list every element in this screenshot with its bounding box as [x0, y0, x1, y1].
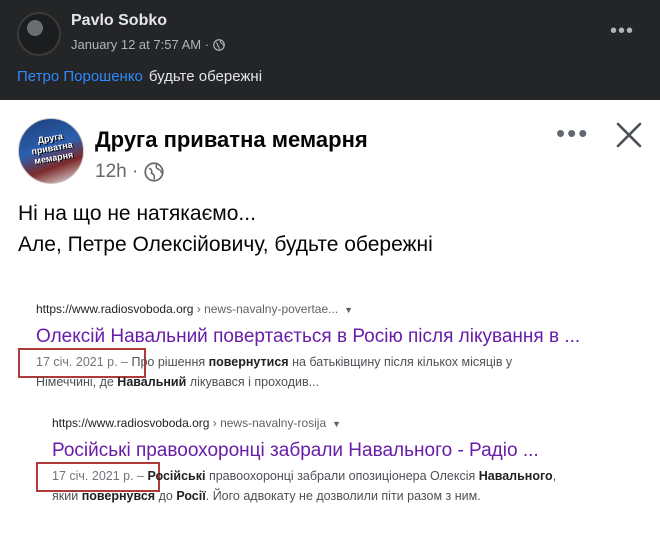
caption-line-2: Але, Петре Олексійовичу, будьте обережні [18, 233, 433, 256]
page-time-text: 12h · [95, 161, 139, 182]
result-date: 17 січ. 2021 р. – [36, 355, 128, 369]
snippet-bold: повернутися [208, 355, 289, 369]
result-title-link[interactable]: Олексій Навальний повертається в Росію п… [36, 326, 580, 348]
snippet-text: правоохоронці забрали опозиціонера Олекс… [205, 469, 479, 483]
dropdown-caret-icon: ▼ [344, 305, 354, 315]
post-meta: January 12 at 7:57 AM · [71, 37, 225, 52]
snippet-bold: Російські [147, 469, 206, 483]
snippet-bold: Навального [478, 469, 553, 483]
globe-icon [144, 162, 164, 182]
result-domain: https://www.radiosvoboda.org [36, 302, 194, 316]
result-date: 17 січ. 2021 р. – [52, 469, 144, 483]
caption-line-1: Ні на що не натякаємо... [18, 202, 256, 225]
result-domain: https://www.radiosvoboda.org [52, 416, 210, 430]
post-text: Петро Порошенко будьте обережні [17, 68, 262, 85]
close-icon [616, 122, 642, 148]
globe-icon [213, 38, 225, 51]
page-name: Друга приватна мемарня [95, 127, 368, 152]
snippet-bold: Навальний [117, 375, 187, 389]
post-header: Pavlo Sobko January 12 at 7:57 AM · ••• … [0, 0, 660, 100]
page-avatar: Друга приватна мемарня [18, 118, 84, 184]
result-url: https://www.radiosvoboda.org › news-nava… [36, 302, 353, 316]
shared-screenshot[interactable]: Друга приватна мемарня Друга приватна ме… [0, 100, 660, 533]
result-path: › news-navalny-rosija [209, 416, 327, 430]
page-time: 12h · [95, 161, 164, 183]
author-name[interactable]: Pavlo Sobko [71, 12, 167, 30]
snippet-bold: повернувся [81, 489, 156, 503]
snippet-text: , [552, 469, 557, 483]
post-timestamp[interactable]: January 12 at 7:57 AM · [71, 37, 209, 52]
page-avatar-text: Друга приватна мемарня [30, 131, 74, 167]
post-body: будьте обережні [148, 68, 263, 85]
snippet-text: . Його адвокату не дозволили піти разом … [205, 489, 481, 503]
snippet-text: Німеччині, де [36, 375, 118, 389]
more-options-icon: ••• [556, 118, 590, 148]
snippet-text: Про рішення [128, 355, 209, 369]
result-path: › news-navalny-povertae... [193, 302, 339, 316]
result-snippet: 17 січ. 2021 р. – Про рішення повернутис… [36, 352, 512, 392]
snippet-text: лікувався і проходив... [186, 375, 320, 389]
mention-link[interactable]: Петро Порошенко [17, 68, 143, 85]
more-options-icon[interactable]: ••• [610, 21, 634, 41]
result-title-link[interactable]: Російські правоохоронці забрали Навально… [52, 440, 539, 462]
snippet-text: на батьківщину після кількох місяців у [288, 355, 513, 369]
result-snippet: 17 січ. 2021 р. – Російські правоохоронц… [52, 466, 556, 506]
snippet-text: до [155, 489, 177, 503]
snippet-bold: Росії [176, 489, 206, 503]
result-url: https://www.radiosvoboda.org › news-nava… [52, 416, 341, 430]
dropdown-caret-icon: ▼ [332, 419, 342, 429]
snippet-text: який [52, 489, 82, 503]
author-avatar[interactable] [17, 12, 61, 56]
